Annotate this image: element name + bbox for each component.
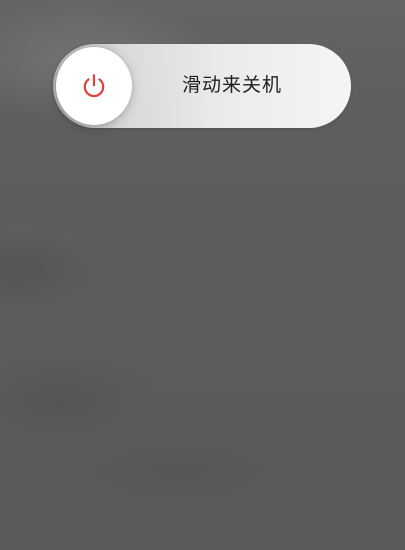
power-icon — [83, 74, 105, 98]
power-off-slider-knob[interactable] — [56, 47, 132, 125]
slide-to-power-off-label: 滑动来关机 — [181, 74, 282, 96]
